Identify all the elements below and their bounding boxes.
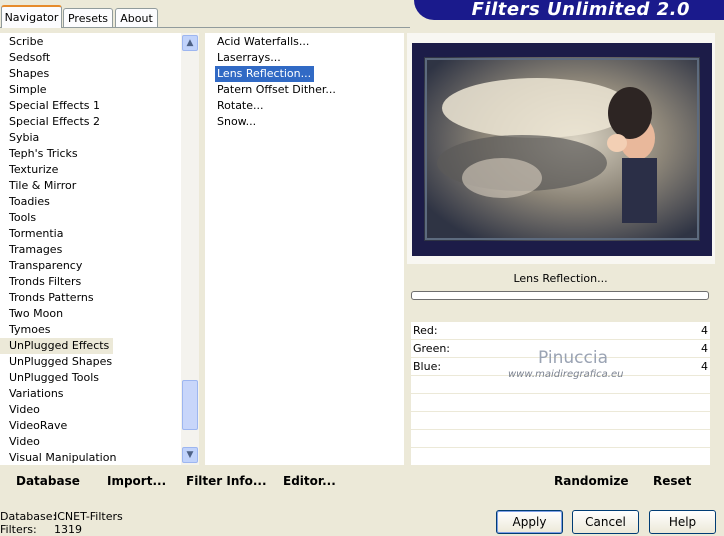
help-button[interactable]: Help: [649, 510, 716, 534]
category-item[interactable]: Special Effects 1: [0, 98, 104, 114]
cancel-button[interactable]: Cancel: [572, 510, 639, 534]
preview-frame: [412, 43, 712, 256]
category-item[interactable]: Toadies: [0, 194, 54, 210]
category-item[interactable]: Two Moon: [0, 306, 67, 322]
watermark-name: Pinuccia: [538, 348, 608, 368]
filter-item[interactable]: Patern Offset Dither...: [215, 82, 339, 98]
category-item[interactable]: Tormentia: [0, 226, 67, 242]
category-item[interactable]: Texturize: [0, 162, 62, 178]
category-list[interactable]: Scribe Sedsoft Shapes Simple Special Effects…: [0, 33, 181, 465]
preview-progress-bar: [411, 291, 709, 300]
category-item[interactable]: Sedsoft: [0, 50, 54, 66]
reset-button[interactable]: Reset: [653, 474, 691, 488]
category-item[interactable]: Shapes: [0, 66, 53, 82]
filter-name-label: Lens Reflection...: [513, 272, 608, 285]
status-database-value: ICNET-Filters: [54, 510, 123, 523]
apply-button[interactable]: Apply: [496, 510, 563, 534]
database-button[interactable]: Database: [16, 474, 80, 488]
parameter-row[interactable]: Red: 4: [411, 322, 710, 339]
scroll-down-icon[interactable]: ▼: [182, 447, 198, 463]
category-item[interactable]: Tronds Filters: [0, 274, 85, 290]
category-item[interactable]: UnPlugged Shapes: [0, 354, 116, 370]
category-item[interactable]: Variations: [0, 386, 68, 402]
tab-presets[interactable]: Presets: [63, 8, 113, 27]
parameter-value: 4: [701, 342, 708, 355]
category-item[interactable]: Transparency: [0, 258, 86, 274]
parameter-label: Green:: [413, 342, 451, 355]
scroll-up-icon[interactable]: ▲: [182, 35, 198, 51]
filter-item[interactable]: Lens Reflection...: [215, 66, 315, 82]
category-item[interactable]: Video: [0, 402, 44, 418]
filter-item[interactable]: Rotate...: [215, 98, 267, 114]
watermark-url: www.maidiregrafica.eu: [508, 369, 624, 380]
editor-button[interactable]: Editor...: [283, 474, 336, 488]
category-item[interactable]: Scribe: [0, 34, 47, 50]
app-title: Filters Unlimited 2.0: [471, 0, 690, 20]
category-item[interactable]: UnPlugged Effects: [0, 338, 114, 354]
parameter-label: Blue:: [413, 360, 442, 373]
scroll-thumb[interactable]: [182, 380, 198, 430]
status-database-label: Database:: [0, 510, 57, 523]
filter-item[interactable]: Laserrays...: [215, 50, 284, 66]
filter-list[interactable]: Acid Waterfalls... Laserrays... Lens Refle…: [205, 33, 404, 465]
preview-image: [424, 57, 700, 241]
category-scrollbar[interactable]: ▲ ▼: [181, 33, 199, 465]
category-item[interactable]: Video: [0, 434, 44, 450]
category-item[interactable]: Tramages: [0, 242, 66, 258]
parameter-row: [411, 448, 710, 465]
category-item[interactable]: Tronds Patterns: [0, 290, 98, 306]
parameter-value: 4: [701, 360, 708, 373]
parameter-row: [411, 394, 710, 411]
category-item[interactable]: Visual Manipulation: [0, 450, 120, 466]
title-banner: Filters Unlimited 2.0: [414, 0, 724, 20]
parameter-label: Red:: [413, 324, 438, 337]
category-item[interactable]: Teph's Tricks: [0, 146, 82, 162]
category-item[interactable]: Simple: [0, 82, 51, 98]
parameter-value: 4: [701, 324, 708, 337]
category-item[interactable]: Sybia: [0, 130, 43, 146]
parameter-row: [411, 430, 710, 447]
category-item[interactable]: Special Effects 2: [0, 114, 104, 130]
parameter-row: [411, 412, 710, 429]
filter-info-button[interactable]: Filter Info...: [186, 474, 267, 488]
category-item[interactable]: Tymoes: [0, 322, 54, 338]
tab-about[interactable]: About: [115, 8, 158, 27]
category-item[interactable]: UnPlugged Tools: [0, 370, 103, 386]
tab-navigator[interactable]: Navigator: [1, 5, 62, 28]
status-filters-label: Filters:: [0, 523, 37, 536]
status-filters-value: 1319: [54, 523, 82, 536]
import-button[interactable]: Import...: [107, 474, 166, 488]
filter-item[interactable]: Snow...: [215, 114, 259, 130]
randomize-button[interactable]: Randomize: [554, 474, 628, 488]
filter-item[interactable]: Acid Waterfalls...: [215, 34, 312, 50]
preview-pane: [407, 33, 715, 264]
category-item[interactable]: Tile & Mirror: [0, 178, 80, 194]
category-item[interactable]: Tools: [0, 210, 40, 226]
category-item[interactable]: VideoRave: [0, 418, 71, 434]
